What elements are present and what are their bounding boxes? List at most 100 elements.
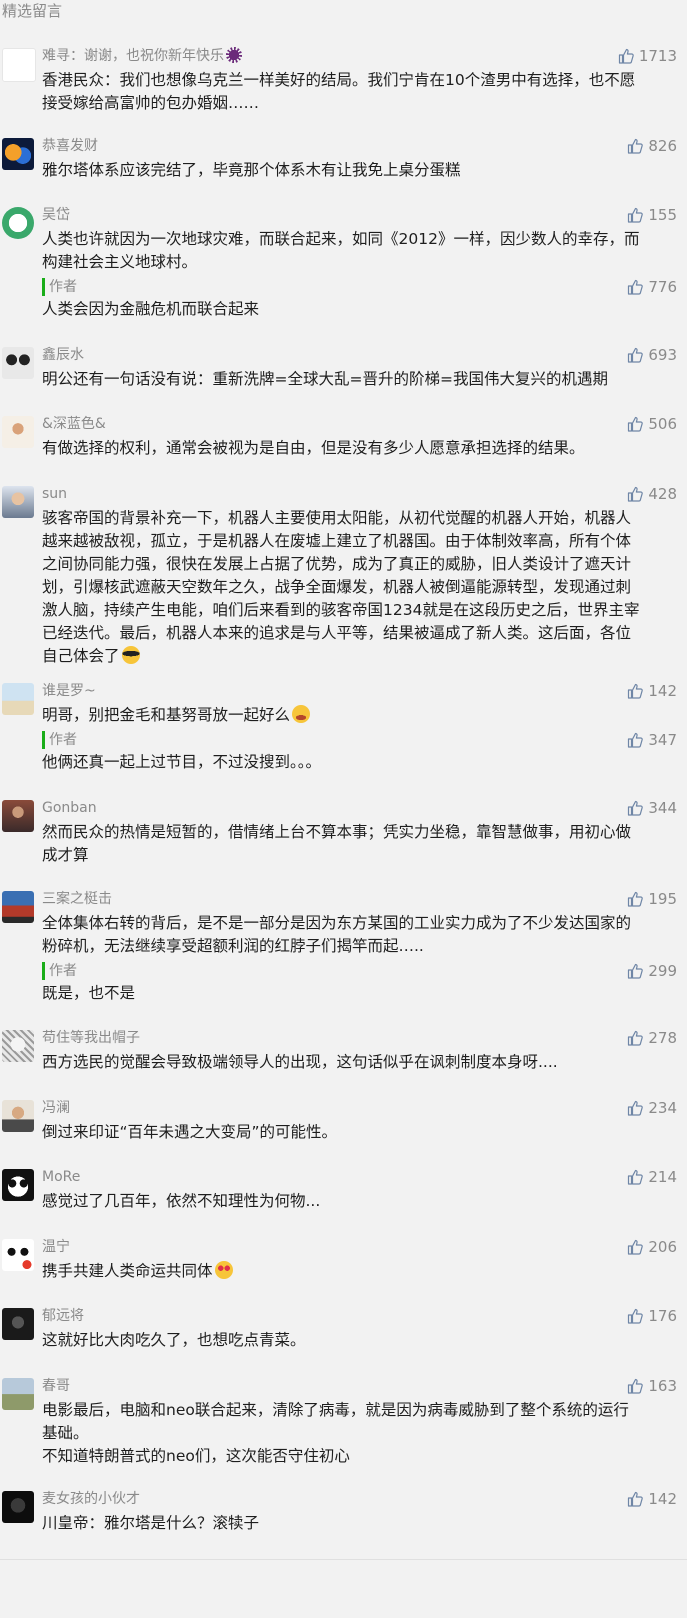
comment-nickname[interactable]: 苟住等我出帽子 — [42, 1027, 140, 1049]
thumbs-up-icon — [628, 683, 644, 699]
like-button[interactable]: 176 — [627, 1305, 677, 1327]
like-count: 278 — [648, 1029, 677, 1047]
comment-line: 之间协同能力强，很快在发展上占据了优势，成为了真正的威胁，旧人类设计了遮天计 — [42, 555, 632, 573]
like-button[interactable]: 344 — [627, 797, 677, 819]
thumbs-up-icon — [628, 800, 644, 816]
like-count: 344 — [648, 799, 677, 817]
comment-line: 然而民众的热情是短暂的，借情绪上台不算本事；凭实力坐稳，靠智慧做事，用初心做 — [42, 823, 632, 841]
thumbs-up-icon — [628, 732, 644, 748]
comment-nickname[interactable]: 麦女孩的小伙才 — [42, 1488, 140, 1510]
comment-line: 成才算 — [42, 846, 89, 864]
comment-line: 划，引爆核武遮蔽天空数年之久，战争全面爆发，机器人被倒逼能源转型，发现通过刺 — [42, 578, 632, 596]
thumbs-up-icon — [618, 48, 634, 64]
like-count: 299 — [648, 962, 677, 980]
comment-nickname[interactable]: 冯澜 — [42, 1097, 70, 1119]
thumbs-up-icon — [628, 207, 644, 223]
like-button[interactable]: 428 — [627, 483, 677, 505]
thumbs-up-icon — [628, 1100, 644, 1116]
comment-content: 明哥，别把金毛和基努哥放一起好么 — [42, 704, 660, 727]
comment-nickname[interactable]: 春哥 — [42, 1375, 70, 1397]
comment-line: 倒过来印证“百年未遇之大变局”的可能性。 — [42, 1123, 338, 1141]
author-reply-label: 作者 — [42, 962, 77, 980]
thumbs-up-icon — [628, 1169, 644, 1185]
comment-line: 激人脑，持续产生电能，咱们后来看到的骇客帝国1234就是在这段历史之后，世界主宰 — [42, 601, 640, 619]
comment-content: 电影最后，电脑和neo联合起来，清除了病毒，就是因为病毒威胁到了整个系统的运行 … — [42, 1399, 660, 1468]
comment-line: 基础。 — [42, 1424, 89, 1442]
comment-nickname[interactable]: 郁远将 — [42, 1305, 84, 1327]
avatar[interactable] — [2, 1491, 34, 1523]
author-reply-text: 人类会因为金融危机而联合起来 — [42, 300, 260, 318]
like-button[interactable]: 142 — [627, 680, 677, 702]
like-button[interactable]: 1713 — [618, 45, 677, 67]
thumbs-up-icon — [628, 1030, 644, 1046]
avatar[interactable] — [2, 1030, 34, 1062]
comment-nickname[interactable]: 谁是罗~ — [42, 680, 96, 702]
like-button[interactable]: 142 — [627, 1488, 677, 1510]
comment-content: 然而民众的热情是短暂的，借情绪上台不算本事；凭实力坐稳，靠智慧做事，用初心做 成… — [42, 821, 660, 867]
comment-content: 有做选择的权利，通常会被视为是自由，但是没有多少人愿意承担选择的结果。 — [42, 437, 660, 460]
comment-line: 携手共建人类命运共同体 — [42, 1260, 660, 1283]
like-count: 234 — [648, 1099, 677, 1117]
comment-line: 已经迭代。最后，机器人本来的追求是与人平等，结果被逼成了新人类。这后面，各位 — [42, 624, 632, 642]
avatar[interactable] — [2, 416, 34, 448]
like-button[interactable]: 278 — [627, 1027, 677, 1049]
like-count: 163 — [648, 1377, 677, 1395]
like-button[interactable]: 195 — [627, 888, 677, 910]
avatar[interactable] — [2, 891, 34, 923]
author-reply-label: 作者 — [42, 278, 77, 296]
author-reply-text: 既是，也不是 — [42, 984, 136, 1002]
like-button[interactable]: 776 — [627, 276, 677, 298]
avatar[interactable] — [2, 138, 34, 170]
comment-line: 有做选择的权利，通常会被视为是自由，但是没有多少人愿意承担选择的结果。 — [42, 439, 585, 457]
comment-nickname[interactable]: 温宁 — [42, 1236, 70, 1258]
comment-nickname[interactable]: 鑫辰水 — [42, 344, 84, 366]
comment-line: 全体集体右转的背后，是不是一部分是因为东方某国的工业实力成为了不少发达国家的 — [42, 914, 632, 932]
avatar[interactable] — [2, 1169, 34, 1201]
like-button[interactable]: 299 — [627, 960, 677, 982]
laughing-emoji-icon — [292, 705, 311, 723]
comment-line: 这就好比大肉吃久了，也想吃点青菜。 — [42, 1331, 306, 1349]
like-button[interactable]: 155 — [627, 204, 677, 226]
like-count: 693 — [648, 346, 677, 364]
comment-line: 不知道特朗普式的neo们，这次能否守住初心 — [42, 1447, 350, 1465]
avatar[interactable] — [2, 207, 34, 239]
comment-nickname[interactable]: sun — [42, 483, 67, 505]
like-button[interactable]: 234 — [627, 1097, 677, 1119]
like-button[interactable]: 693 — [627, 344, 677, 366]
comment-line: 香港民众：我们也想像乌克兰一样美好的结局。我们宁肯在10个渣男中有选择，也不愿 — [42, 71, 636, 89]
avatar[interactable] — [2, 683, 34, 715]
thumbs-up-icon — [628, 1239, 644, 1255]
avatar[interactable] — [2, 800, 34, 832]
avatar[interactable] — [2, 1308, 34, 1340]
comment-nickname[interactable]: 难寻：谢谢，也祝你新年快乐 — [42, 45, 242, 67]
like-button[interactable]: 163 — [627, 1375, 677, 1397]
avatar[interactable] — [2, 486, 34, 518]
avatar[interactable] — [2, 347, 34, 379]
comment-nickname[interactable]: &深蓝色& — [42, 413, 106, 435]
like-button[interactable]: 347 — [627, 729, 677, 751]
like-button[interactable]: 506 — [627, 413, 677, 435]
comment-line: 构建社会主义地球村。 — [42, 253, 198, 271]
like-button[interactable]: 206 — [627, 1236, 677, 1258]
like-count: 142 — [648, 682, 677, 700]
comment-nickname[interactable]: MoRe — [42, 1166, 80, 1188]
like-button[interactable]: 826 — [627, 135, 677, 157]
comment-content: 这就好比大肉吃久了，也想吃点青菜。 — [42, 1329, 660, 1352]
like-count: 214 — [648, 1168, 677, 1186]
avatar[interactable] — [2, 48, 36, 82]
comment-nickname[interactable]: 恭喜发财 — [42, 135, 98, 157]
avatar[interactable] — [2, 1378, 34, 1410]
comment-nickname[interactable]: 三案之梃击 — [42, 888, 112, 910]
comment-nickname[interactable]: 吴岱 — [42, 204, 70, 226]
avatar[interactable] — [2, 1239, 34, 1271]
comment-content: 川皇帝：雅尔塔是什么？滚犊子 — [42, 1512, 660, 1535]
like-button[interactable]: 214 — [627, 1166, 677, 1188]
section-title: 精选留言 — [2, 2, 63, 20]
avatar[interactable] — [2, 1100, 34, 1132]
comment-nickname[interactable]: Gonban — [42, 797, 97, 819]
like-count: 826 — [648, 137, 677, 155]
thumbs-up-icon — [628, 963, 644, 979]
comment-content: 香港民众：我们也想像乌克兰一样美好的结局。我们宁肯在10个渣男中有选择，也不愿 … — [42, 69, 660, 115]
comment-content: 明公还有一句话没有说：重新洗牌=全球大乱=晋升的阶梯=我国伟大复兴的机遇期 — [42, 368, 660, 391]
comment-line: 粉碎机，无法继续享受超额利润的红脖子们揭竿而起….. — [42, 937, 424, 955]
